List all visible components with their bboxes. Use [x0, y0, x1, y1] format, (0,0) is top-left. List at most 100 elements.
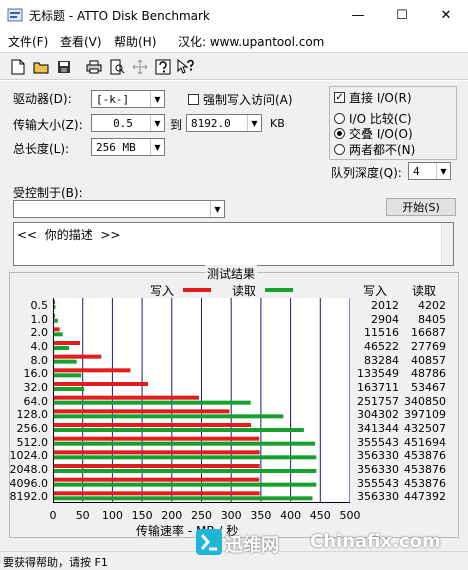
read-bar: [53, 332, 63, 337]
transfer-size-tick-label: 0.5: [30, 299, 49, 312]
x-tick-label: 500: [339, 509, 361, 522]
drive-value: [-k-]: [96, 92, 130, 106]
transfer-from-select[interactable]: 0.5 ▼: [91, 114, 165, 132]
read-bar: [53, 373, 82, 378]
queue-depth-label: 队列深度(Q):: [331, 166, 402, 180]
transfer-size-tick-label: 128.0: [16, 408, 49, 422]
menu-help[interactable]: 帮助(H): [114, 33, 156, 50]
write-bar: [53, 436, 260, 441]
description-field[interactable]: << 你的描述 >>: [13, 222, 454, 266]
write-value: 341344: [357, 422, 399, 435]
chevron-down-icon: ▼: [436, 163, 450, 179]
new-icon[interactable]: [8, 57, 28, 77]
transfer-size-tick-label: 1.0: [30, 312, 49, 326]
overlap-io-label: 交叠 I/O(O): [349, 127, 413, 141]
read-bar: [53, 496, 313, 501]
read-value: 53467: [411, 381, 446, 394]
transfer-size-tick-label: 256.0: [16, 422, 49, 435]
controlled-by-label: 受控制于(B):: [13, 186, 83, 200]
close-icon: ✕: [440, 7, 452, 23]
write-value: 356330: [357, 463, 399, 476]
close-button[interactable]: ✕: [424, 0, 468, 30]
write-bar: [53, 477, 260, 482]
force-write-box[interactable]: [188, 94, 199, 105]
chevron-down-icon: ▼: [150, 115, 164, 131]
read-bar: [53, 455, 317, 460]
direct-io-checkbox[interactable]: ✓ 直接 I/O(R): [334, 89, 412, 106]
read-bar: [53, 469, 317, 473]
controlled-by-select[interactable]: ▼: [13, 200, 225, 218]
title-bar[interactable]: 无标题 - ATTO Disk Benchmark — ☐ ✕: [0, 0, 468, 30]
write-value: 46522: [364, 340, 399, 353]
menu-view[interactable]: 查看(V): [60, 33, 102, 50]
read-bar: [53, 346, 70, 350]
transfer-size-tick-label: 32.0: [23, 381, 49, 394]
minimize-icon: —: [351, 7, 365, 23]
col-write-header: 写入: [363, 284, 388, 298]
move-icon[interactable]: [130, 57, 150, 77]
write-value: 355543: [357, 476, 399, 490]
maximize-icon: ☐: [396, 7, 408, 23]
transfer-to-select[interactable]: 8192.0 ▼: [186, 114, 262, 132]
minimize-button[interactable]: —: [336, 0, 380, 30]
write-bar: [53, 341, 80, 345]
x-tick-label: 450: [309, 509, 331, 522]
write-value: 83284: [364, 353, 399, 367]
description-scrollbar[interactable]: [441, 223, 453, 265]
chevron-down-icon: ▼: [247, 115, 261, 131]
read-value: 451694: [404, 435, 446, 449]
drive-label: 驱动器(D):: [13, 92, 72, 106]
queue-depth-value: 4: [413, 164, 420, 178]
print-icon[interactable]: [84, 57, 104, 77]
read-bar: [53, 400, 251, 405]
menu-bar: 文件(F) 查看(V) 帮助(H) 汉化: www.upantool.com: [0, 30, 468, 52]
write-value: 251757: [357, 394, 399, 408]
radio-icon[interactable]: [334, 144, 345, 155]
print-preview-icon[interactable]: [107, 57, 127, 77]
total-length-select[interactable]: 256 MB ▼: [91, 138, 165, 156]
context-help-icon[interactable]: [176, 57, 196, 77]
x-tick-label: 250: [191, 509, 212, 522]
help-icon[interactable]: [153, 57, 173, 77]
transfer-size-label: 传输大小(Z):: [13, 118, 83, 132]
chevron-down-icon: ▼: [150, 91, 164, 107]
radio-icon[interactable]: [334, 113, 345, 124]
transfer-size-tick-label: 1024.0: [9, 449, 49, 463]
total-length-label: 总长度(L):: [13, 142, 70, 156]
write-bar: [53, 423, 252, 427]
write-value: 2012: [371, 299, 399, 312]
read-bar: [53, 414, 284, 419]
neither-radio[interactable]: 两者都不(N): [334, 141, 415, 158]
open-icon[interactable]: [31, 57, 51, 77]
x-tick-label: 300: [220, 509, 242, 522]
menu-localized[interactable]: 汉化: www.upantool.com: [178, 33, 324, 50]
force-write-checkbox[interactable]: 强制写入访问(A): [188, 91, 293, 108]
transfer-size-tick-label: 8192.0: [9, 490, 49, 504]
drive-select[interactable]: [-k-] ▼: [91, 90, 165, 108]
start-label: 开始(S): [402, 201, 440, 214]
chevron-down-icon: ▼: [150, 139, 164, 155]
checkmark-icon[interactable]: ✓: [334, 92, 345, 103]
write-bar: [53, 450, 260, 455]
radio-selected-icon[interactable]: [334, 128, 345, 139]
write-value: 11516: [364, 326, 399, 340]
transfer-size-tick-label: 4096.0: [9, 476, 49, 490]
start-button[interactable]: 开始(S): [386, 198, 456, 216]
read-value: 453876: [404, 463, 446, 476]
save-icon[interactable]: [54, 57, 74, 77]
read-bar: [53, 441, 316, 446]
queue-depth-select[interactable]: 4 ▼: [408, 162, 451, 180]
legend-read-swatch: [265, 288, 293, 292]
write-bar: [53, 368, 131, 373]
overlap-io-radio[interactable]: 交叠 I/O(O): [334, 125, 413, 142]
maximize-button[interactable]: ☐: [380, 0, 424, 30]
read-bar: [53, 359, 77, 364]
transfer-size-tick-label: 2048.0: [9, 463, 49, 476]
read-value: 432507: [404, 422, 446, 435]
menu-file[interactable]: 文件(F): [8, 33, 48, 50]
legend-write-label: 写入: [150, 284, 175, 298]
read-bar: [53, 482, 317, 487]
x-axis-label: 传输速率 - MB / 秒: [136, 524, 239, 538]
transfer-size-tick-label: 16.0: [23, 367, 49, 381]
watermark-brand-en: Chinafix.com: [310, 531, 441, 552]
